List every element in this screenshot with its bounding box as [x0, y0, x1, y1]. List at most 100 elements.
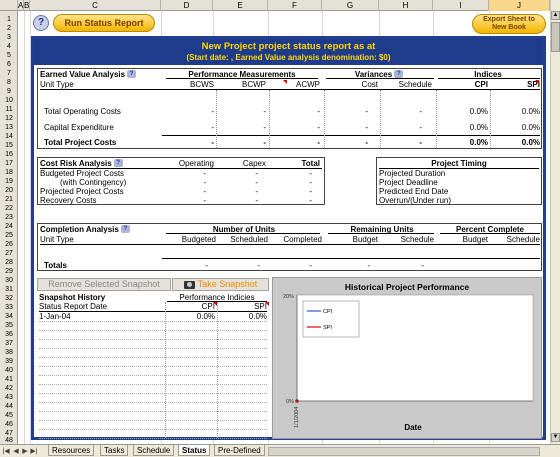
row-header[interactable]: 23 — [0, 213, 18, 222]
row-header[interactable]: 38 — [0, 348, 18, 357]
export-sheet-label: Export Sheet to New Book — [483, 16, 535, 31]
ev-cell: - — [419, 107, 422, 116]
row-header[interactable]: 40 — [0, 366, 18, 375]
column-header-bar: A B C D E F G H I J — [0, 0, 560, 11]
row-header[interactable]: 9 — [0, 87, 18, 96]
row-header[interactable]: 8 — [0, 78, 18, 87]
run-status-report-button[interactable]: Run Status Report — [53, 14, 155, 32]
ev-cell: - — [263, 107, 266, 116]
first-sheet-icon[interactable]: |◀ — [2, 447, 10, 456]
col-header-h[interactable]: H — [379, 0, 433, 11]
row-header[interactable]: 21 — [0, 195, 18, 204]
row-header[interactable]: 17 — [0, 159, 18, 168]
row-header[interactable]: 4 — [0, 42, 18, 51]
remove-snapshot-button[interactable]: Remove Selected Snapshot — [37, 278, 171, 291]
row-header[interactable]: 2 — [0, 24, 18, 33]
ev-header-rule — [40, 89, 540, 90]
row-header[interactable]: 12 — [0, 114, 18, 123]
row-header[interactable]: 28 — [0, 258, 18, 267]
ev-help-icon[interactable]: ? — [127, 70, 137, 78]
row-header[interactable]: 1 — [0, 15, 18, 24]
take-snapshot-button[interactable]: Take Snapshot — [172, 278, 269, 291]
row-header[interactable]: 10 — [0, 96, 18, 105]
row-header[interactable]: 20 — [0, 186, 18, 195]
row-header[interactable]: 30 — [0, 276, 18, 285]
row-header[interactable]: 24 — [0, 222, 18, 231]
historical-performance-chart[interactable]: Historical Project Performance 20% 0% 1/… — [272, 277, 542, 439]
ev-col-schedule: Schedule — [398, 80, 432, 89]
tab-pre-defined[interactable]: Pre-Defined — [214, 445, 265, 456]
timing-row: Predicted End Date — [379, 187, 449, 196]
row-header[interactable]: 32 — [0, 294, 18, 303]
snapshot-history-title: Snapshot History — [39, 293, 106, 302]
row-header[interactable]: 37 — [0, 339, 18, 348]
scroll-up-icon[interactable]: ▲ — [551, 11, 560, 20]
row-header[interactable]: 18 — [0, 168, 18, 177]
next-sheet-icon[interactable]: ▶ — [21, 447, 29, 456]
prev-sheet-icon[interactable]: ◀ — [12, 447, 20, 456]
row-header[interactable]: 5 — [0, 51, 18, 60]
row-header[interactable]: 27 — [0, 249, 18, 258]
row-header[interactable]: 33 — [0, 303, 18, 312]
ev-cell: - — [317, 107, 320, 116]
row-header[interactable]: 42 — [0, 384, 18, 393]
completion-col: Scheduled — [230, 235, 268, 244]
row-header[interactable]: 19 — [0, 177, 18, 186]
tab-tasks[interactable]: Tasks — [100, 445, 129, 456]
snapshot-row-line — [39, 393, 267, 394]
col-header-e[interactable]: E — [213, 0, 268, 11]
completion-col: Budget — [462, 235, 488, 244]
scroll-thumb[interactable] — [551, 22, 560, 52]
help-button[interactable]: ? — [33, 15, 49, 31]
col-header-c[interactable]: C — [30, 0, 161, 11]
ev-cell: - — [365, 138, 368, 147]
row-header[interactable]: 43 — [0, 393, 18, 402]
row-header[interactable]: 11 — [0, 105, 18, 114]
risk-help-icon[interactable]: ? — [113, 159, 123, 167]
row-header[interactable]: 3 — [0, 33, 18, 42]
last-sheet-icon[interactable]: ▶| — [30, 447, 38, 456]
risk-row-contingency: (with Contingency) — [60, 178, 127, 187]
risk-cell: - — [309, 178, 312, 187]
completion-title: Completion Analysis? — [40, 225, 130, 234]
row-header[interactable]: 45 — [0, 411, 18, 420]
row-header[interactable]: 44 — [0, 402, 18, 411]
row-header[interactable]: 26 — [0, 240, 18, 249]
tab-status[interactable]: Status — [178, 445, 211, 456]
completion-header-rule — [40, 244, 540, 245]
completion-help-icon[interactable]: ? — [120, 225, 130, 233]
row-header[interactable]: 35 — [0, 321, 18, 330]
row-header[interactable]: 36 — [0, 330, 18, 339]
row-header[interactable]: 39 — [0, 357, 18, 366]
row-header[interactable]: 15 — [0, 141, 18, 150]
row-header[interactable]: 14 — [0, 132, 18, 141]
col-header-j[interactable]: J — [489, 0, 550, 11]
col-header-d[interactable]: D — [161, 0, 213, 11]
row-header[interactable]: 41 — [0, 375, 18, 384]
row-header[interactable]: 31 — [0, 285, 18, 294]
row-header[interactable]: 7 — [0, 69, 18, 78]
tab-schedule[interactable]: Schedule — [133, 445, 175, 456]
variances-help-icon[interactable]: ? — [394, 70, 404, 78]
y-tick-bottom: 0% — [286, 399, 294, 405]
col-header-i[interactable]: I — [433, 0, 489, 11]
row-header[interactable]: 46 — [0, 420, 18, 429]
col-header-g[interactable]: G — [322, 0, 379, 11]
row-header[interactable]: 25 — [0, 231, 18, 240]
row-header[interactable]: 16 — [0, 150, 18, 159]
snapshot-row-date: 1-Jan-04 — [39, 312, 71, 321]
row-header[interactable]: 6 — [0, 60, 18, 69]
col-header-f[interactable]: F — [268, 0, 322, 11]
row-header[interactable]: 13 — [0, 123, 18, 132]
row-header[interactable]: 22 — [0, 204, 18, 213]
ev-col-divider — [269, 90, 270, 148]
tab-resources[interactable]: Resources — [48, 445, 95, 456]
risk-cell: - — [309, 196, 312, 205]
horizontal-scrollbar[interactable] — [268, 447, 540, 456]
export-sheet-button[interactable]: Export Sheet to New Book — [472, 14, 546, 34]
select-all-corner[interactable] — [0, 0, 18, 11]
scroll-down-icon[interactable]: ▼ — [551, 433, 560, 442]
row-header[interactable]: 29 — [0, 267, 18, 276]
row-header[interactable]: 34 — [0, 312, 18, 321]
vertical-scrollbar[interactable]: ▲ ▼ — [550, 0, 560, 444]
